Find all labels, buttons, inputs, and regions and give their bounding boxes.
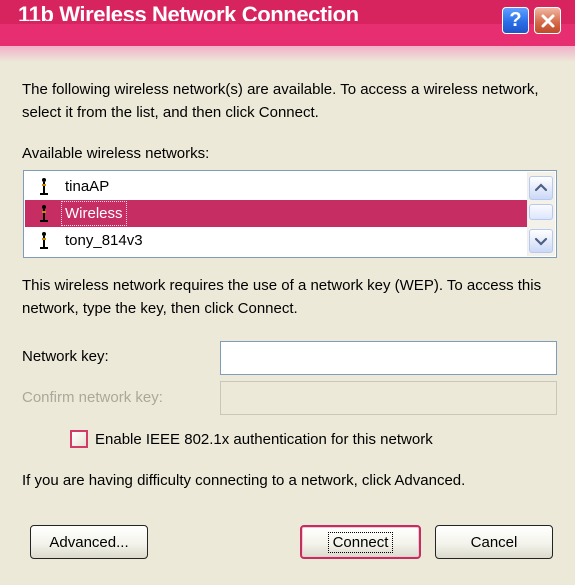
network-item-tony-814v3[interactable]: tony_814v3 bbox=[25, 227, 527, 254]
network-key-label: Network key: bbox=[22, 348, 109, 365]
chevron-up-icon bbox=[534, 183, 548, 192]
close-icon bbox=[541, 14, 554, 27]
advanced-help-text: If you are having difficulty connecting … bbox=[22, 472, 466, 489]
network-name: Wireless bbox=[61, 201, 127, 226]
ieee-8021x-checkbox[interactable] bbox=[70, 430, 88, 448]
scroll-down-button[interactable] bbox=[529, 229, 553, 253]
help-icon: ? bbox=[509, 9, 522, 31]
cancel-button[interactable]: Cancel bbox=[435, 525, 553, 559]
close-button[interactable] bbox=[534, 7, 561, 34]
wireless-network-icon bbox=[40, 204, 48, 222]
network-key-requirement-text: This wireless network requires the use o… bbox=[22, 277, 542, 317]
connect-button[interactable]: Connect bbox=[300, 525, 421, 559]
scroll-up-button[interactable] bbox=[529, 176, 553, 200]
wireless-network-icon bbox=[40, 177, 48, 195]
available-networks-label: Available wireless networks: bbox=[22, 145, 210, 162]
network-item-wireless[interactable]: Wireless bbox=[25, 200, 527, 227]
help-button[interactable]: ? bbox=[502, 7, 529, 34]
advanced-button[interactable]: Advanced... bbox=[30, 525, 148, 559]
available-networks-list[interactable]: tinaAP Wireless tony_814v3 bbox=[23, 170, 557, 258]
chevron-down-icon bbox=[534, 237, 548, 246]
network-name: tinaAP bbox=[65, 178, 110, 195]
network-key-field[interactable] bbox=[220, 341, 557, 375]
title-bar[interactable]: 11b Wireless Network Connection ? bbox=[0, 0, 575, 62]
wireless-network-icon bbox=[40, 231, 48, 249]
wireless-network-dialog: 11b Wireless Network Connection ? The fo… bbox=[0, 0, 575, 585]
confirm-network-key-field[interactable] bbox=[220, 381, 557, 415]
window-title: 11b Wireless Network Connection bbox=[18, 2, 359, 27]
network-item-tinaap[interactable]: tinaAP bbox=[25, 173, 527, 200]
network-name: tony_814v3 bbox=[65, 232, 143, 249]
ieee-8021x-checkbox-label[interactable]: Enable IEEE 802.1x authentication for th… bbox=[95, 431, 433, 448]
network-list-scrollbar[interactable] bbox=[527, 172, 555, 256]
scroll-thumb[interactable] bbox=[529, 204, 553, 220]
confirm-network-key-label: Confirm network key: bbox=[22, 389, 163, 406]
intro-text: The following wireless network(s) are av… bbox=[22, 81, 539, 121]
